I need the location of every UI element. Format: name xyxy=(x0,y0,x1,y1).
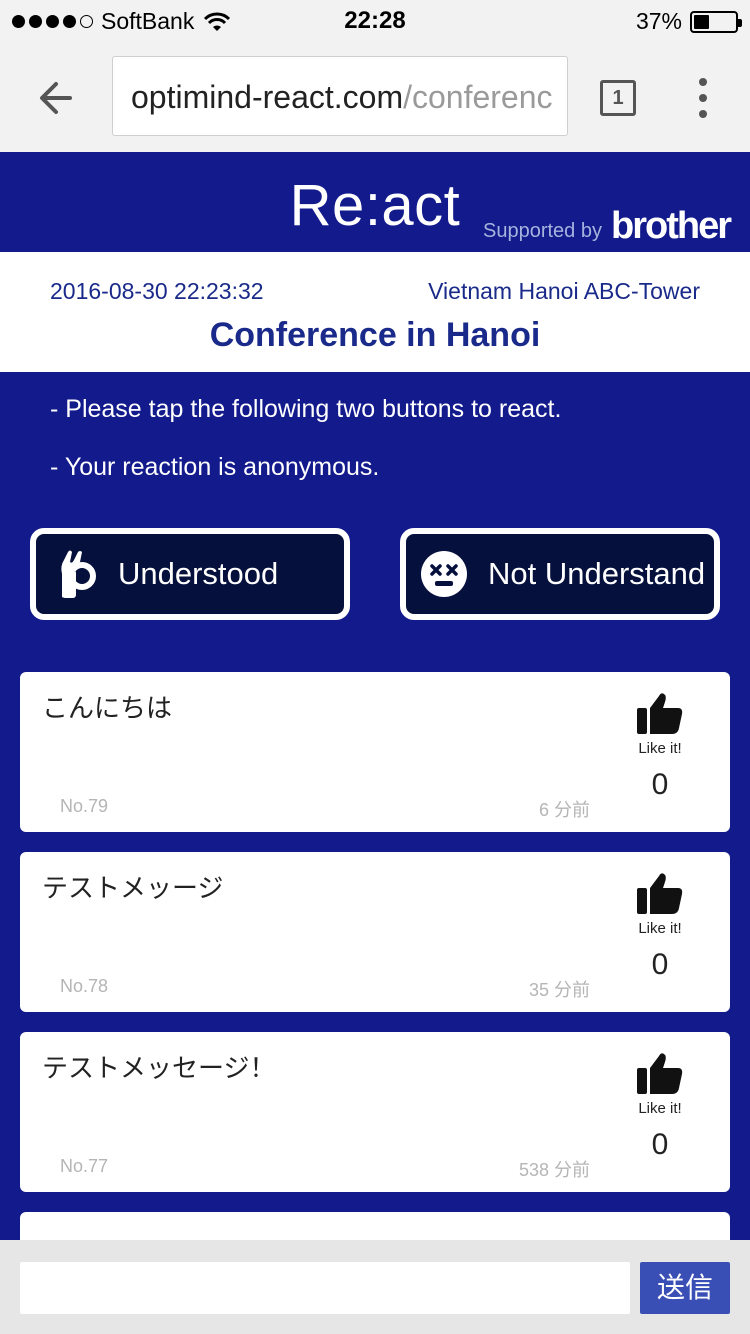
thumbs-up-icon[interactable] xyxy=(637,692,683,734)
app-header: Re:act Supported by brother xyxy=(0,152,750,252)
like-label: Like it! xyxy=(638,920,682,937)
back-button[interactable] xyxy=(30,72,82,124)
not-understand-button[interactable]: Not Understand xyxy=(400,528,720,620)
event-title: Conference in Hanoi xyxy=(209,316,541,354)
status-bar: SoftBank 22:28 37% xyxy=(0,0,750,40)
event-location: Vietnam Hanoi ABC-Tower xyxy=(428,278,700,304)
message-number: No.79 xyxy=(60,796,109,816)
not-understand-label: Not Understand xyxy=(488,556,706,591)
ok-hand-icon xyxy=(50,548,102,600)
instruction-text: - Your reaction is anonymous. xyxy=(50,453,380,481)
instruction-text: - Please tap the following two buttons t… xyxy=(50,395,562,423)
event-info: 2016-08-30 22:23:32 Vietnam Hanoi ABC-To… xyxy=(0,252,750,372)
message-time: 538 分前 xyxy=(518,1160,590,1180)
thumbs-up-icon[interactable] xyxy=(637,1052,683,1094)
message-time: 6 分前 xyxy=(538,800,590,820)
tabs-button[interactable]: 1 xyxy=(600,80,636,116)
message-composer: 送信 xyxy=(0,1240,750,1334)
like-count: 0 xyxy=(651,768,669,801)
message-card: テストメッージ No.78 35 分前 Like it! 0 xyxy=(20,852,730,1012)
message-card: こんにちは No.79 6 分前 Like it! 0 xyxy=(20,672,730,832)
message-text: こんにちは xyxy=(42,693,173,723)
message-text: テストメッセージ！ xyxy=(42,1053,276,1083)
url-bar[interactable]: optimind-react.com/conferenc xyxy=(112,56,568,136)
message-number: No.77 xyxy=(60,1156,109,1176)
battery-percent: 37% xyxy=(635,8,682,34)
sponsor-logo: brother xyxy=(611,205,732,247)
url-path: /conferenc xyxy=(403,79,553,115)
like-label: Like it! xyxy=(638,1100,682,1117)
message-time: 35 分前 xyxy=(528,980,590,1000)
like-count: 0 xyxy=(651,948,669,981)
send-button[interactable]: 送信 xyxy=(640,1262,730,1314)
battery-icon xyxy=(690,10,742,33)
url-host: optimind-react.com xyxy=(131,79,404,115)
overflow-menu-button[interactable] xyxy=(692,78,714,118)
message-number: No.78 xyxy=(60,976,109,996)
browser-toolbar: optimind-react.com/conferenc 1 xyxy=(0,40,750,152)
message-card: テストメッセージ！ No.77 538 分前 Like it! 0 xyxy=(20,1032,730,1192)
understood-label: Understood xyxy=(118,556,279,591)
like-label: Like it! xyxy=(638,740,682,757)
like-count: 0 xyxy=(651,1128,669,1161)
confused-face-icon xyxy=(418,548,470,600)
message-input[interactable] xyxy=(20,1262,630,1314)
understood-button[interactable]: Understood xyxy=(30,528,350,620)
event-datetime: 2016-08-30 22:23:32 xyxy=(50,278,264,304)
message-text: テストメッージ xyxy=(42,873,224,903)
back-arrow-icon xyxy=(40,82,72,114)
supported-by-text: Supported by xyxy=(483,220,602,242)
thumbs-up-icon[interactable] xyxy=(637,872,683,914)
